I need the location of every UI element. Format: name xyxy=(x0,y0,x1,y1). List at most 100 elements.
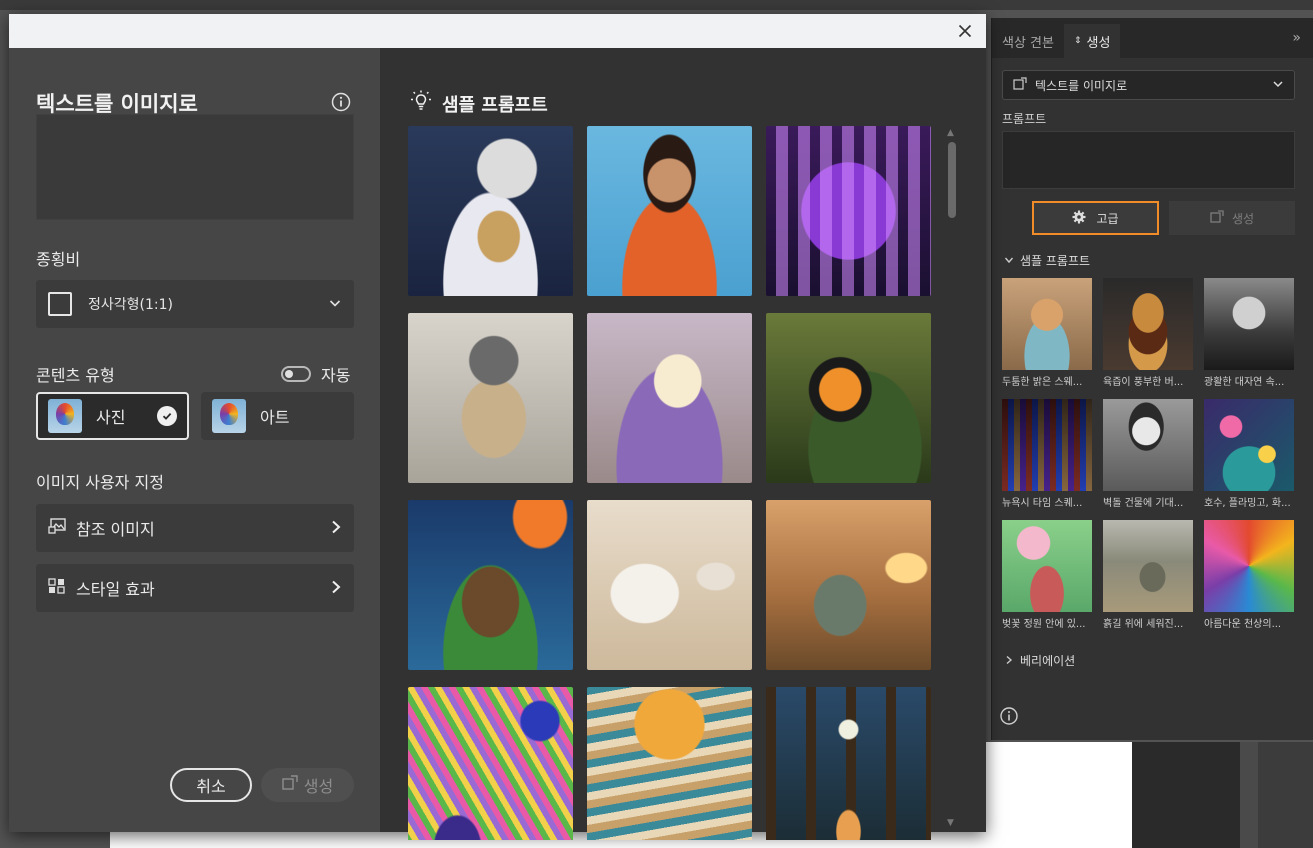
sample-scrollbar[interactable]: ▲ ▼ xyxy=(944,128,958,828)
balloon-art-icon xyxy=(212,399,246,433)
sample-grid xyxy=(408,126,931,840)
document-scrollbar[interactable] xyxy=(1240,742,1258,848)
tab-generate-label: 생성 xyxy=(1086,35,1111,51)
panel-sample-caption: 육즙이 풍부한 버... xyxy=(1103,377,1184,388)
close-icon[interactable] xyxy=(954,20,976,42)
panel-sample-section[interactable]: 샘플 프롬프트 xyxy=(1004,252,1090,269)
nature-bw-image xyxy=(1204,278,1294,370)
sample-french-bulldog-king[interactable] xyxy=(408,313,573,483)
advanced-label: 고급 xyxy=(1096,211,1119,226)
flamingo-image xyxy=(1204,399,1294,491)
panel-sample-kitten[interactable]: 두툼한 밝은 스웨... xyxy=(1002,278,1092,388)
text-to-image-icon xyxy=(1013,76,1027,94)
panel-sample-times-square[interactable]: 뉴욕시 타임 스퀘... xyxy=(1002,399,1092,509)
sample-peacock-feathers[interactable] xyxy=(408,687,573,840)
panel-sample-caption: 뉴욕시 타임 스퀘... xyxy=(1002,498,1083,509)
square-icon xyxy=(48,292,72,316)
collapse-panel-icon[interactable]: » xyxy=(1292,30,1301,46)
scroll-down-icon[interactable]: ▼ xyxy=(947,818,954,828)
sample-butterfly-leaf[interactable] xyxy=(766,313,931,483)
panel-sample-caption: 벚꽃 정원 안에 있... xyxy=(1002,619,1086,630)
prompt-input[interactable] xyxy=(36,114,354,220)
sample-3d-woman-glasses[interactable] xyxy=(587,126,752,296)
panel-sample-flamingo[interactable]: 호수, 플라밍고, 화... xyxy=(1204,399,1294,509)
dialog-settings-column: 텍스트를 이미지로 종횡비 정사각형(1:1) 콘텐츠 유형 자동 사진 아트 xyxy=(9,48,380,832)
sample-sun-landscape[interactable] xyxy=(587,687,752,840)
panel-sample-nature[interactable]: 광활한 대자연 속... xyxy=(1204,278,1294,388)
kitten-sweater-image xyxy=(1002,278,1092,370)
content-type-art-label: 아트 xyxy=(260,408,290,427)
generate-icon xyxy=(1210,209,1224,227)
sample-girl-lantern-forest[interactable] xyxy=(766,687,931,840)
info-icon[interactable] xyxy=(331,92,351,116)
sample-paper-art-winter-house[interactable] xyxy=(408,126,573,296)
text-to-image-dialog: 텍스트를 이미지로 종횡비 정사각형(1:1) 콘텐츠 유형 자동 사진 아트 xyxy=(9,14,986,840)
sample-lavender-hall[interactable] xyxy=(587,313,752,483)
panel-sample-kaleidoscope[interactable]: 아름다운 천상의... xyxy=(1204,520,1294,630)
generate-label: 생성 xyxy=(303,777,334,796)
content-type-label: 콘텐츠 유형 xyxy=(36,366,115,385)
generate-icon xyxy=(282,775,298,795)
tab-arrows-icon: ⇕ xyxy=(1073,36,1082,46)
style-effects-label: 스타일 효과 xyxy=(76,580,155,599)
auto-label: 자동 xyxy=(321,366,351,385)
scrollbar-thumb[interactable] xyxy=(948,142,956,218)
aspect-ratio-select[interactable]: 정사각형(1:1) xyxy=(36,280,354,328)
panel-sample-caption: 호수, 플라밍고, 화... xyxy=(1204,498,1291,509)
reference-image-label: 참조 이미지 xyxy=(76,520,155,539)
scroll-up-icon[interactable]: ▲ xyxy=(947,128,954,138)
mode-select-value: 텍스트를 이미지로 xyxy=(1035,78,1128,93)
panel-sample-cherry-garden[interactable]: 벚꽃 정원 안에 있... xyxy=(1002,520,1092,630)
tab-swatches[interactable]: 색상 견본 xyxy=(992,24,1064,58)
panel-sample-caption: 아름다운 천상의... xyxy=(1204,619,1282,630)
info-icon[interactable] xyxy=(1000,707,1018,729)
style-effects-button[interactable]: 스타일 효과 xyxy=(36,564,354,612)
chevron-down-icon xyxy=(1004,254,1014,268)
kaleidoscope-image xyxy=(1204,520,1294,612)
woman-brick-image xyxy=(1103,399,1193,491)
gear-icon xyxy=(1072,210,1086,227)
sample-paper-vase[interactable] xyxy=(587,500,752,670)
auto-toggle[interactable] xyxy=(281,366,311,382)
sample-dinosaur-space[interactable] xyxy=(408,500,573,670)
panel-sample-grid: 두툼한 밝은 스웨... 육즙이 풍부한 버... 광활한 대자연 속... 뉴… xyxy=(1002,278,1297,630)
generate-button[interactable]: 생성 xyxy=(261,768,354,802)
panel-sample-woman-brick[interactable]: 벽돌 건물에 기대... xyxy=(1103,399,1193,509)
mode-select[interactable]: 텍스트를 이미지로 xyxy=(1002,70,1295,100)
cancel-button[interactable]: 취소 xyxy=(170,768,252,802)
balloon-photo-icon xyxy=(48,399,82,433)
content-type-photo[interactable]: 사진 xyxy=(36,392,189,440)
cherry-garden-image xyxy=(1002,520,1092,612)
tab-generate[interactable]: ⇕ 생성 xyxy=(1063,24,1121,58)
sample-grid-viewport xyxy=(380,48,986,840)
content-type-art[interactable]: 아트 xyxy=(201,392,354,440)
app-right-strip xyxy=(1258,742,1313,848)
times-square-image xyxy=(1002,399,1092,491)
dialog-header xyxy=(9,14,986,48)
sample-vintage-car-sunset[interactable] xyxy=(766,500,931,670)
style-effects-icon xyxy=(48,578,66,598)
app-top-strip xyxy=(0,0,1313,10)
panel-prompt-input[interactable] xyxy=(1002,131,1295,189)
panel-sample-caption: 흙길 위에 세워진... xyxy=(1103,619,1184,630)
chevron-down-icon xyxy=(328,295,342,314)
chevron-right-icon xyxy=(330,519,342,538)
panel-generate-button[interactable]: 생성 xyxy=(1169,201,1295,235)
burger-image xyxy=(1103,278,1193,370)
sample-happy-birthday-balloons[interactable] xyxy=(766,126,931,296)
variation-section[interactable]: 베리에이션 xyxy=(1004,652,1075,669)
content-type-photo-label: 사진 xyxy=(96,408,126,427)
chevron-down-icon xyxy=(1272,78,1284,93)
prompt-label: 프롬프트 xyxy=(1002,112,1047,126)
chevron-right-icon xyxy=(330,579,342,598)
panel-sample-caption: 두툼한 밝은 스웨... xyxy=(1002,377,1083,388)
document-dark-area xyxy=(1132,742,1242,848)
reference-image-button[interactable]: 참조 이미지 xyxy=(36,504,354,552)
panel-sample-burger[interactable]: 육즙이 풍부한 버... xyxy=(1103,278,1193,388)
customize-image-label: 이미지 사용자 지정 xyxy=(36,473,164,492)
advanced-button[interactable]: 고급 xyxy=(1032,201,1159,235)
toggle-knob xyxy=(285,370,293,378)
panel-generate-label: 생성 xyxy=(1231,211,1255,226)
panel-sample-dirt-road-car[interactable]: 흙길 위에 세워진... xyxy=(1103,520,1193,630)
generate-panel: 색상 견본 ⇕ 생성 » 텍스트를 이미지로 프롬프트 고급 생성 샘플 프롬프 xyxy=(991,18,1313,740)
